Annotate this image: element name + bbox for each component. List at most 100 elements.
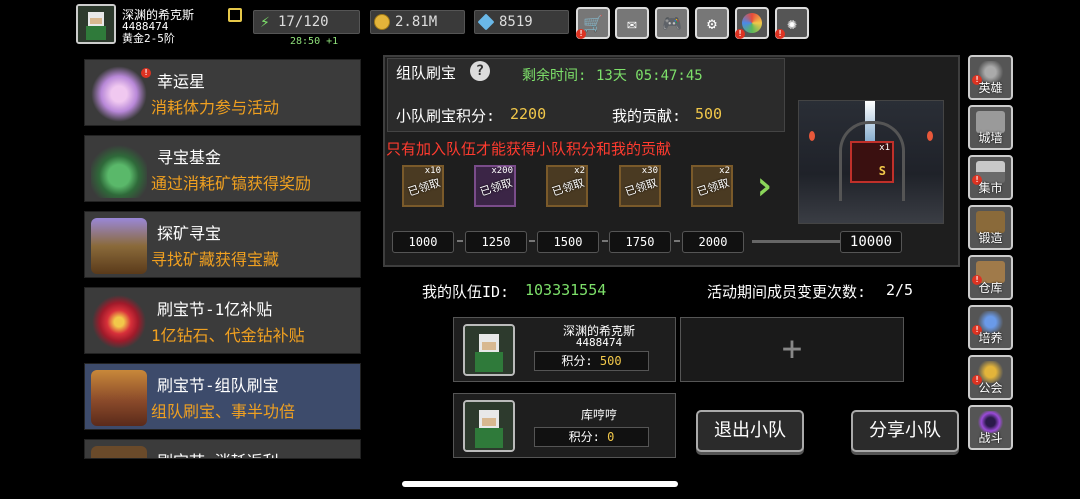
event-item-rebate[interactable]: 刷宝节-消耗返利 xyxy=(84,439,361,459)
member-avatar xyxy=(463,324,515,376)
treasure-chest-icon xyxy=(91,370,147,426)
nav-label: 战斗 xyxy=(978,431,1003,445)
claimed-stamp: 已领取 xyxy=(623,176,659,199)
nav-hero[interactable]: ! 英雄 xyxy=(968,55,1013,100)
event-title: 幸运星 xyxy=(157,72,206,91)
stamina-value: 17/120 xyxy=(278,14,329,30)
nav-battle[interactable]: 战斗 xyxy=(968,405,1013,450)
milestone-value: 1750 xyxy=(609,231,671,253)
treasure-chest-icon xyxy=(91,218,147,274)
event-subtitle: 寻找矿藏获得宝藏 xyxy=(151,250,280,269)
final-reward-card[interactable]: x1 S xyxy=(850,141,894,183)
member-avatar xyxy=(463,400,515,452)
shop-button[interactable]: 🛒 ! xyxy=(576,7,610,39)
nav-label: 仓库 xyxy=(978,281,1003,295)
milestone-value: 1500 xyxy=(537,231,599,253)
team-member-card[interactable]: 库哼哼 积分: 0 xyxy=(453,393,676,458)
red-flower-icon xyxy=(91,294,147,350)
team-id-value: 103331554 xyxy=(525,281,607,299)
member-score: 积分: 0 xyxy=(534,427,649,447)
nav-forge[interactable]: 锻造 xyxy=(968,205,1013,250)
divider xyxy=(602,240,608,242)
stamina-display: ⚡ 17/120 xyxy=(253,10,360,34)
mail-icon: ✉ xyxy=(627,13,637,33)
star-icon xyxy=(91,66,147,122)
claimed-stamp: 已领取 xyxy=(550,176,586,199)
event-icon xyxy=(91,446,147,458)
member-score: 积分: 500 xyxy=(534,351,649,371)
event-item-lucky-star[interactable]: ! 幸运星 消耗体力参与活动 xyxy=(84,59,361,126)
gamepad-button[interactable]: 🎮 xyxy=(655,7,689,39)
wheel-icon xyxy=(742,13,762,33)
money-bag-icon xyxy=(91,142,147,198)
score-value: 0 xyxy=(607,430,615,444)
leave-team-button[interactable]: 退出小队 xyxy=(696,410,804,452)
milestone-value: 2000 xyxy=(682,231,744,253)
notification-badge: ! xyxy=(775,29,785,39)
milestone-value: 1000 xyxy=(392,231,454,253)
plus-icon: + xyxy=(781,329,803,369)
event-item-mining[interactable]: 探矿寻宝 寻找矿藏获得宝藏 xyxy=(84,211,361,278)
divider xyxy=(674,240,680,242)
arrow-right-icon[interactable]: › xyxy=(752,165,776,207)
wheel-button[interactable]: ! xyxy=(735,7,769,39)
score-label: 积分: xyxy=(561,354,593,368)
divider xyxy=(457,240,463,242)
event-subtitle: 组队刷宝、事半功倍 xyxy=(151,402,296,421)
event-title: 寻宝基金 xyxy=(157,148,222,167)
claimed-stamp: 已领取 xyxy=(406,176,442,199)
add-member-button[interactable]: + xyxy=(680,317,904,382)
progress-line xyxy=(752,240,840,243)
nav-label: 城墙 xyxy=(978,131,1003,145)
nav-market[interactable]: ! 集市 xyxy=(968,155,1013,200)
event-title: 刷宝节-组队刷宝 xyxy=(157,376,279,395)
edit-icon[interactable] xyxy=(228,8,242,22)
claimed-stamp: 已领取 xyxy=(478,176,514,199)
event-subtitle: 消耗体力参与活动 xyxy=(151,98,280,117)
final-milestone-value: 10000 xyxy=(840,231,902,253)
score-label: 积分: xyxy=(568,430,600,444)
milestone-value: 1250 xyxy=(465,231,527,253)
final-reward-grade: S xyxy=(878,164,886,178)
help-icon[interactable]: ? xyxy=(470,61,490,81)
score-value: 500 xyxy=(599,354,622,368)
firework-icon: ✺ xyxy=(787,13,797,33)
event-item-treasure-fund[interactable]: 寻宝基金 通过消耗矿镐获得奖励 xyxy=(84,135,361,202)
diamond-icon xyxy=(477,13,495,31)
share-team-button[interactable]: 分享小队 xyxy=(851,410,959,452)
nav-guild[interactable]: ! 公会 xyxy=(968,355,1013,400)
reward-item[interactable]: x30 已领取 xyxy=(619,165,661,207)
gold-coin-icon xyxy=(374,14,390,30)
contribution-value: 500 xyxy=(695,105,723,123)
mail-button[interactable]: ✉ xyxy=(615,7,649,39)
event-item-subsidy[interactable]: 刷宝节-1亿补贴 1亿钻石、代金钻补贴 xyxy=(84,287,361,354)
shop-icon: 🛒 xyxy=(583,13,603,33)
home-indicator[interactable] xyxy=(402,481,678,487)
nav-wall[interactable]: 城墙 xyxy=(968,105,1013,150)
firework-button[interactable]: ✺ ! xyxy=(775,7,809,39)
reward-item[interactable]: x2 已领取 xyxy=(691,165,733,207)
panel-title: 组队刷宝 xyxy=(396,64,457,82)
event-title: 刷宝节-消耗返利 xyxy=(157,448,279,458)
team-score-value: 2200 xyxy=(510,105,547,123)
event-subtitle: 通过消耗矿镐获得奖励 xyxy=(151,174,312,193)
event-item-team-farming[interactable]: 刷宝节-组队刷宝 组队刷宝、事半功倍 xyxy=(84,363,361,430)
reward-item[interactable]: x2 已领取 xyxy=(546,165,588,207)
team-score-label: 小队刷宝积分: xyxy=(396,107,496,125)
nav-label: 锻造 xyxy=(978,231,1003,245)
nav-cultivate[interactable]: ! 培养 xyxy=(968,305,1013,350)
lightning-icon: ⚡ xyxy=(260,12,270,31)
team-member-card[interactable]: 深渊的希克斯 4488474 积分: 500 xyxy=(453,317,676,382)
contribution-label: 我的贡献: xyxy=(612,107,682,125)
reward-item[interactable]: x10 已领取 xyxy=(402,165,444,207)
final-reward-count: x1 xyxy=(879,143,890,153)
reward-item[interactable]: x200 已领取 xyxy=(474,165,516,207)
member-changes-value: 2/5 xyxy=(886,281,914,299)
notification-badge: ! xyxy=(735,29,745,39)
settings-button[interactable]: ⚙ xyxy=(695,7,729,39)
claimed-stamp: 已领取 xyxy=(695,176,731,199)
time-remaining: 13天 05:47:45 xyxy=(596,68,703,84)
gold-display: 2.81M xyxy=(370,10,465,34)
nav-warehouse[interactable]: ! 仓库 xyxy=(968,255,1013,300)
player-avatar[interactable] xyxy=(76,4,116,44)
